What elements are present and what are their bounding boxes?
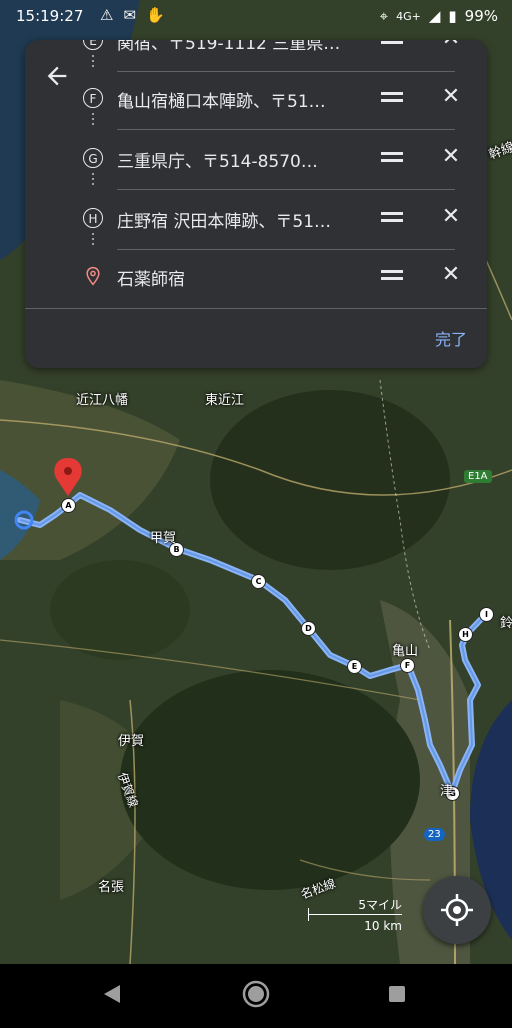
arrow-back-icon <box>47 66 67 86</box>
route-connector-dots <box>92 113 94 127</box>
nav-home-button[interactable] <box>242 980 270 1008</box>
remove-stop-button[interactable]: ✕ <box>439 204 463 229</box>
drag-handle-icon[interactable] <box>381 92 403 102</box>
map-label-kameyama: 亀山 <box>392 644 419 659</box>
stop-marker-icon: H <box>83 208 103 228</box>
panel-divider <box>25 308 487 309</box>
warning-icon: ⚠ <box>100 6 114 24</box>
map-label-tsu: 津 <box>440 784 454 799</box>
recents-square-icon <box>389 986 405 1002</box>
my-location-button[interactable] <box>423 876 491 944</box>
hand-icon: ✋ <box>146 6 165 24</box>
network-type: 4G+ <box>396 9 421 23</box>
stop-row[interactable]: G 三重県庁、〒514-8570… ✕ <box>83 130 487 190</box>
stop-marker-icon: F <box>83 88 103 108</box>
battery-level: 99% <box>464 7 498 25</box>
directions-edit-panel: E 関宿、〒519-1112 三重県… ✕ F 亀山宿樋口本陣跡、〒51… ✕ G 三重県庁、… <box>25 40 487 368</box>
map-label-koka: 甲賀 <box>150 531 177 546</box>
map-label-suzuka: 鈴 <box>500 616 512 631</box>
route-waypoint-marker[interactable]: E <box>347 659 362 674</box>
stop-row[interactable]: H 庄野宿 沢田本陣跡、〒51… ✕ <box>83 190 487 250</box>
drag-handle-icon[interactable] <box>381 212 403 222</box>
route-connector-dots <box>92 55 94 69</box>
status-time: 15:19:27 <box>16 7 84 25</box>
battery-icon: ▮ <box>448 7 457 25</box>
remove-stop-button[interactable]: ✕ <box>439 144 463 169</box>
route-waypoint-marker[interactable]: H <box>458 627 473 642</box>
location-status-icon: ⌖ <box>379 7 389 25</box>
stop-marker-icon: G <box>83 148 103 168</box>
route-connector-dots <box>92 173 94 187</box>
route-shield-23: 23 <box>424 828 445 841</box>
route-connector-dots <box>92 233 94 247</box>
map-label-nabari: 名張 <box>98 880 125 895</box>
back-triangle-icon <box>104 985 120 1003</box>
stop-label[interactable]: 石薬師宿 <box>117 265 367 290</box>
scale-km: 10 km <box>364 919 402 933</box>
crosshair-icon <box>441 894 473 926</box>
route-waypoint-marker[interactable]: D <box>301 621 316 636</box>
stop-row[interactable]: F 亀山宿樋口本陣跡、〒51… ✕ <box>83 70 487 130</box>
drag-handle-icon[interactable] <box>381 40 403 44</box>
stop-label[interactable]: 三重県庁、〒514-8570… <box>117 147 367 172</box>
scale-miles: 5マイル <box>358 898 402 912</box>
route-waypoint-marker[interactable]: F <box>400 658 415 673</box>
stop-marker-icon: E <box>83 40 103 50</box>
remove-stop-button[interactable]: ✕ <box>439 40 463 51</box>
route-waypoint-marker[interactable]: C <box>251 574 266 589</box>
route-waypoint-marker[interactable]: I <box>479 607 494 622</box>
map-scale: 5マイル 10 km <box>308 896 408 936</box>
signal-icon: ◢ <box>428 7 441 25</box>
drag-handle-icon[interactable] <box>381 152 403 162</box>
drag-handle-icon[interactable] <box>381 270 403 280</box>
map-label-omihachiman: 近江八幡 <box>76 393 129 408</box>
system-nav-bar <box>0 964 512 1024</box>
stop-row[interactable]: 石薬師宿 ✕ <box>83 248 487 308</box>
stop-row[interactable]: E 関宿、〒519-1112 三重県… ✕ <box>83 40 487 72</box>
remove-stop-button[interactable]: ✕ <box>439 84 463 109</box>
map-label-higashiomi: 東近江 <box>205 393 245 408</box>
stop-label[interactable]: 関宿、〒519-1112 三重県… <box>117 40 367 54</box>
remove-stop-button[interactable]: ✕ <box>439 262 463 287</box>
stop-label[interactable]: 庄野宿 沢田本陣跡、〒51… <box>117 207 367 232</box>
nav-back-button[interactable] <box>104 985 120 1003</box>
destination-pin-icon <box>83 266 103 286</box>
map-label-iga: 伊賀 <box>118 734 145 749</box>
nav-recents-button[interactable] <box>389 986 405 1002</box>
back-button[interactable] <box>43 62 71 90</box>
done-button[interactable]: 完了 <box>435 326 467 350</box>
expressway-shield-e1a: E1A <box>464 470 492 483</box>
mail-icon: ✉ <box>123 6 137 24</box>
route-waypoint-marker[interactable]: A <box>61 498 76 513</box>
status-bar: 15:19:27 ⚠ ✉ ✋ ⌖ 4G+ ◢ ▮ 99% <box>0 0 512 32</box>
stop-label[interactable]: 亀山宿樋口本陣跡、〒51… <box>117 87 367 112</box>
